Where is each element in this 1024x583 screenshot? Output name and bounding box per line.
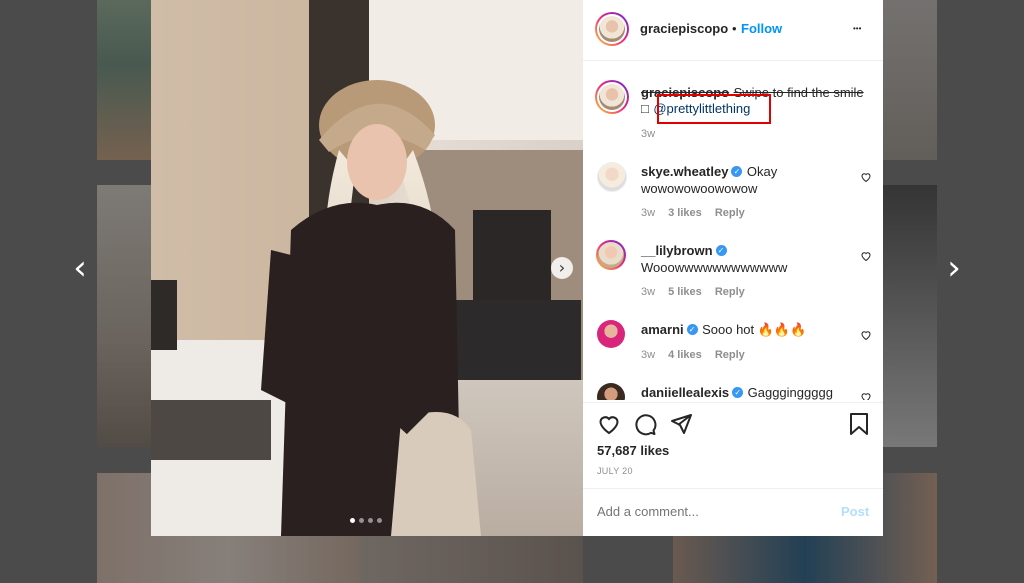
divider [583, 402, 883, 403]
comment-like-heart-icon[interactable] [860, 329, 872, 341]
header-username[interactable]: graciepiscopo [640, 21, 728, 36]
carousel-next-button[interactable]: › [551, 257, 573, 279]
post-photo-illustration [151, 0, 583, 536]
action-bar [583, 412, 883, 442]
comment-username[interactable]: amarni [641, 322, 684, 337]
comment-username[interactable]: skye.wheatley [641, 164, 728, 179]
verified-badge-icon: ✓ [686, 324, 698, 336]
comment-likes[interactable]: 3 likes [668, 207, 702, 219]
verified-badge-icon: ✓ [715, 245, 727, 257]
divider [583, 60, 883, 61]
comment-text-continued: wowowowoowowow [641, 181, 758, 196]
comment-text: Wooowwwwwwwwwwww [641, 260, 788, 275]
comment-item: daniiellealexis ✓ Gaggginggggg [583, 383, 883, 400]
reply-button[interactable]: Reply [715, 349, 745, 361]
post-date: JULY 20 [597, 466, 633, 476]
comment-input[interactable] [597, 502, 817, 520]
comment-like-heart-icon[interactable] [860, 171, 872, 183]
save-bookmark-icon[interactable] [848, 412, 870, 436]
avatar[interactable] [597, 14, 627, 44]
post-details-panel: graciepiscopo • Follow ••• graciepiscopo… [583, 0, 883, 536]
carousel-dot [359, 518, 364, 523]
caption-age: 3w [641, 128, 656, 140]
comment-age: 3w [641, 349, 656, 361]
comment-username[interactable]: __lilybrown [641, 243, 713, 258]
likes-count[interactable]: 57,687 likes [597, 443, 669, 458]
reply-button[interactable]: Reply [715, 286, 745, 298]
verified-badge-icon: ✓ [731, 166, 743, 178]
carousel-dot-active [350, 518, 355, 523]
comment-text: Sooo hot 🔥🔥🔥 [702, 322, 807, 337]
reply-button[interactable]: Reply [715, 207, 745, 219]
more-options-icon[interactable]: ••• [853, 24, 861, 33]
like-heart-icon[interactable] [597, 412, 621, 436]
comment-item: amarni ✓ Sooo hot 🔥🔥🔥 3w 4 likes Reply [583, 320, 883, 380]
comment-age: 3w [641, 207, 656, 219]
comment-like-heart-icon[interactable] [860, 250, 872, 262]
follow-button[interactable]: Follow [741, 21, 782, 36]
verified-badge-icon: ✓ [732, 387, 744, 399]
highlight-box [657, 94, 771, 124]
comment-text: Okay [746, 164, 778, 179]
avatar[interactable] [597, 82, 627, 112]
comment-box: Post [583, 489, 883, 536]
comment-text: Gaggginggggg [747, 385, 833, 400]
comment-bubble-icon[interactable] [633, 412, 657, 436]
post-header: graciepiscopo • Follow ••• [583, 0, 883, 60]
comment-item: skye.wheatley ✓ Okay wowowowoowowow 3w 3 … [583, 162, 883, 222]
avatar[interactable] [597, 320, 625, 348]
avatar[interactable] [597, 162, 627, 192]
previous-post-arrow[interactable]: ‹ [70, 251, 90, 285]
post-image[interactable]: › [151, 0, 583, 536]
emoji-placeholder: □ [641, 101, 649, 116]
comment-item: __lilybrown ✓ Wooowwwwwwwwwwww 3w 5 likes… [583, 240, 883, 301]
carousel-dot [368, 518, 373, 523]
next-post-arrow[interactable]: › [944, 251, 964, 285]
header-separator: • [732, 21, 737, 36]
share-paper-plane-icon[interactable] [669, 412, 693, 436]
carousel-dot [377, 518, 382, 523]
comment-likes[interactable]: 4 likes [668, 349, 702, 361]
comment-likes[interactable]: 5 likes [668, 286, 702, 298]
carousel-indicator [350, 518, 382, 524]
post-comment-button[interactable]: Post [841, 504, 869, 519]
avatar[interactable] [598, 242, 624, 268]
comment-age: 3w [641, 286, 656, 298]
comment-username[interactable]: daniiellealexis [641, 385, 729, 400]
caption: graciepiscopo Swipe to find the smile □ … [583, 80, 883, 140]
comment-like-heart-icon[interactable] [860, 391, 872, 400]
avatar[interactable] [597, 383, 625, 400]
